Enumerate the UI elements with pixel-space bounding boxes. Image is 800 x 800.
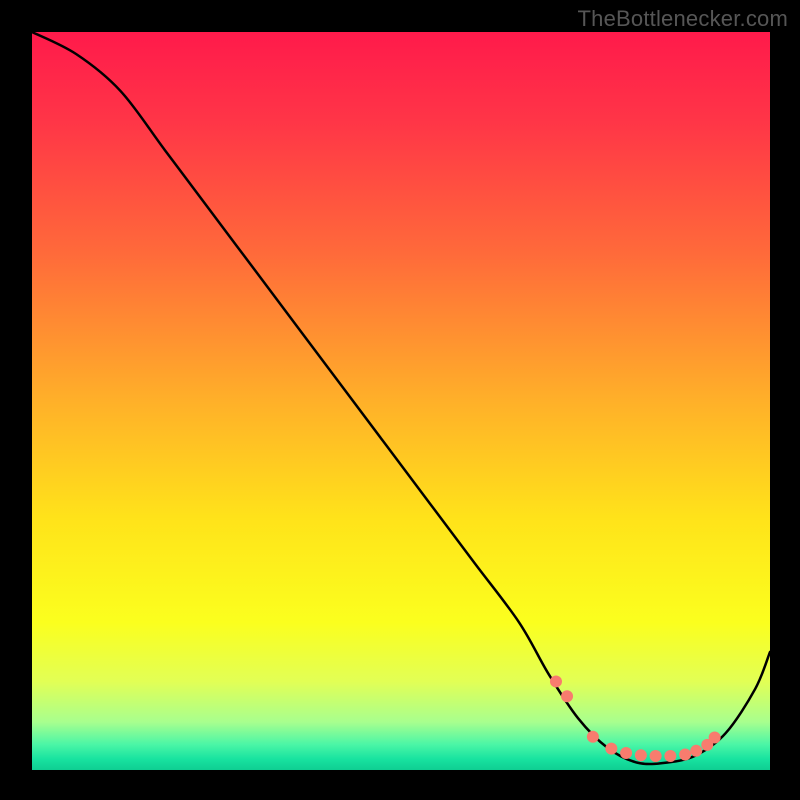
marker-dot — [679, 749, 691, 761]
chart-stage: TheBottlenecker.com — [0, 0, 800, 800]
bottleneck-chart — [0, 0, 800, 800]
marker-dot — [550, 675, 562, 687]
attribution-label: TheBottlenecker.com — [578, 6, 788, 32]
marker-dot — [620, 747, 632, 759]
marker-dot — [635, 749, 647, 761]
marker-dot — [650, 750, 662, 762]
marker-dot — [561, 690, 573, 702]
plot-background — [32, 32, 770, 770]
marker-dot — [587, 731, 599, 743]
marker-dot — [690, 745, 702, 757]
marker-dot — [709, 732, 721, 744]
marker-dot — [605, 743, 617, 755]
marker-dot — [664, 750, 676, 762]
